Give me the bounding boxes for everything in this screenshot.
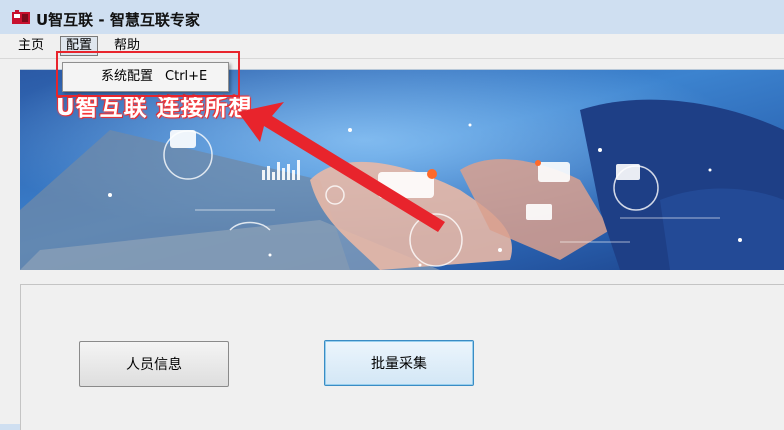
- menu-home[interactable]: 主页: [18, 37, 44, 55]
- personnel-info-button[interactable]: 人员信息: [79, 341, 229, 387]
- app-icon: [12, 10, 30, 24]
- title-bar: U智互联 - 智慧互联专家: [0, 0, 784, 34]
- window-title: U智互联 - 智慧互联专家: [36, 11, 200, 29]
- batch-collect-button[interactable]: 批量采集: [324, 340, 474, 386]
- action-panel: 人员信息 批量采集: [20, 284, 784, 430]
- annotation-highlight-box: [56, 51, 240, 97]
